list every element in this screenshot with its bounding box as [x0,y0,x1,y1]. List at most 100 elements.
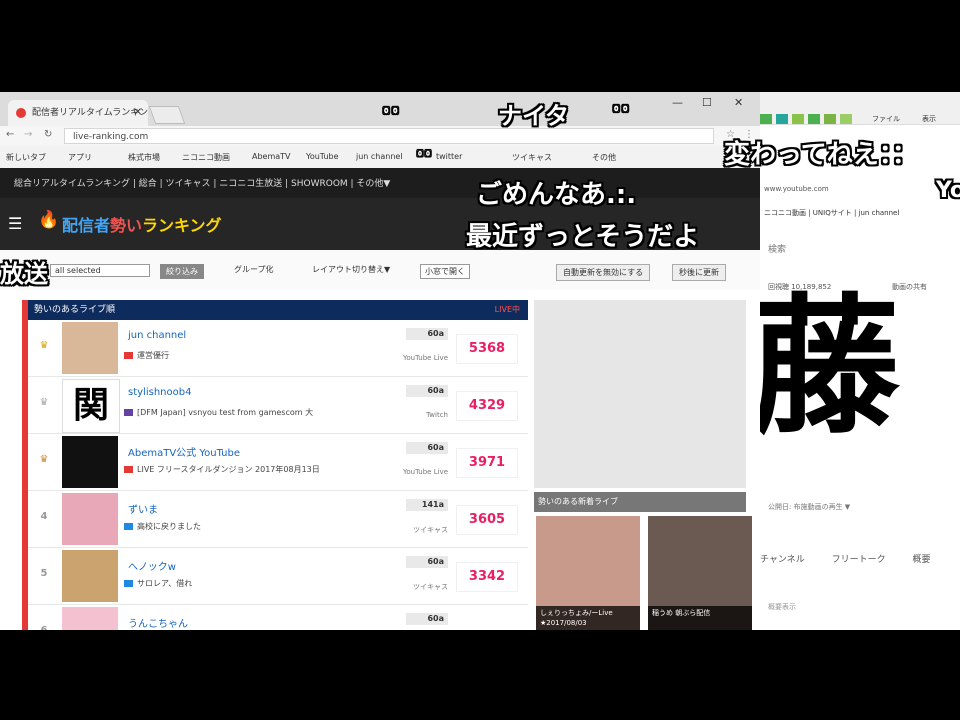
layout-toggle[interactable]: レイアウト切り替え▼ [312,264,390,275]
stream-title[interactable]: [DFM Japan] vsnyou test from gamescom 大 [124,407,414,423]
avatar[interactable] [62,436,118,488]
refresh-button[interactable]: 秒後に更新 [672,264,726,281]
site-title-part: 勢い [110,216,143,235]
score-value: 4329 [456,391,518,421]
search-input[interactable]: 検索 [760,242,960,255]
group-toggle[interactable]: グループ化 [234,264,274,275]
bookmark-item[interactable]: jun channel [356,152,403,161]
tab-bar: 配信者リアルタイムランキング ✕ — ☐ ✕ [0,92,760,126]
stream-title-text: [DFM Japan] vsnyou test from gamescom 大 [137,408,314,417]
rank-number: 5 [40,568,48,579]
bookmark-item[interactable]: 新しいタブ [6,152,46,163]
bookmark-item[interactable]: アプリ [68,152,92,163]
bookmark-item[interactable]: その他 [592,152,616,163]
platform-label: ツイキャス [413,583,448,591]
bookmark-item[interactable]: AbemaTV [252,152,291,161]
hamburger-menu-icon[interactable]: ☰ [8,214,22,233]
flame-icon: 🔥 [38,210,60,230]
close-tab-icon[interactable]: ✕ [134,100,142,126]
tab-title: 配信者リアルタイムランキング [32,108,148,118]
ranking-row[interactable]: ♛ jun channel 運営優行 60a YouTube Live 5368 [28,320,528,377]
bookmarks-bar: 新しいタブ アプリ 株式市場 ニコニコ動画 AbemaTV YouTube ju… [0,146,760,169]
channel-tab[interactable]: フリートーク [832,555,886,565]
toolbar-icon[interactable] [792,114,804,124]
site-nav-links[interactable]: 総合リアルタイムランキング | 総合 | ツイキャス | ニコニコ生放送 | S… [14,176,390,189]
filter-controls: all selected 絞り込み グループ化 レイアウト切り替え▼ 小窓で開く… [0,250,760,290]
tab-ranking[interactable]: 配信者リアルタイムランキング ✕ [8,100,148,126]
bookmarks-bar: ニコニコ動画 | UNIQサイト | jun channel [764,209,900,217]
duration-badge: 60a [406,385,448,397]
channel-tab[interactable]: 概要 [913,555,931,565]
comment-text: Yo [936,178,960,203]
channel-name[interactable]: stylishnoob4 [128,387,191,398]
channel-name[interactable]: AbemaTV公式 YouTube [128,444,240,459]
rank-number: ♛ [39,340,49,351]
back-icon[interactable]: ← [6,129,14,140]
stream-title-text: サロレア、借れ [137,579,193,588]
new-tab-button[interactable] [148,106,186,124]
ranking-row[interactable]: ♛ 関 stylishnoob4 [DFM Japan] vsnyou test… [28,377,528,434]
toolbar-icon[interactable] [760,114,772,124]
stream-title-text: 高校に戻りました [137,522,201,531]
site-favicon-icon [16,108,26,118]
bookmark-item[interactable]: 株式市場 [128,152,160,163]
filter-select[interactable]: all selected [50,264,150,277]
view-select[interactable]: 小窓で開く [420,264,470,279]
new-live-card[interactable]: しぇりっちょみ/ーLive ★2017/08/03 [536,516,640,630]
channel-name[interactable]: うんこちゃん [128,615,188,630]
footer-text: 概要表示 [768,603,796,611]
minimize-icon[interactable]: — [672,96,683,109]
url-input[interactable]: www.youtube.com [760,180,960,198]
youtube-icon [124,352,133,359]
ranking-row[interactable]: 4 ずいま 高校に戻りました 141a ツイキャス 3605 [28,491,528,548]
bookmark-item[interactable]: ニコニコ動画 [182,152,230,163]
toolbar-icon[interactable] [840,114,852,124]
channel-name[interactable]: へノックw [128,558,176,573]
comment-text: ﾟﾟ [614,106,632,127]
filter-button[interactable]: 絞り込み [160,264,204,279]
close-window-icon[interactable]: ✕ [734,96,743,109]
new-live-card[interactable]: 稲うめ 朝ぶら配信 [648,516,752,630]
channel-name[interactable]: ずいま [128,501,158,516]
ranking-row[interactable]: ♛ AbemaTV公式 YouTube LIVE フリースタイルダンジョン 20… [28,434,528,491]
stream-title[interactable]: 運営優行 [124,350,414,366]
channel-tab[interactable]: チャンネル [760,555,805,565]
rank-number: 6 [32,625,56,630]
maximize-icon[interactable]: ☐ [702,96,712,109]
forward-icon[interactable]: → [24,129,32,140]
toolbar-icon[interactable] [808,114,820,124]
ranking-row[interactable]: 5 へノックw サロレア、借れ 60a ツイキャス 3342 [28,548,528,605]
toolbar-menu-item[interactable]: ファイル [872,114,900,124]
browser-window-left: 配信者リアルタイムランキング ✕ — ☐ ✕ ← → ↻ live-rankin… [0,92,760,630]
bookmark-item[interactable]: twitter [436,152,462,161]
channel-name[interactable]: jun channel [128,330,186,341]
reload-icon[interactable]: ↻ [44,129,52,140]
stream-title-text: LIVE フリースタイルダンジョン 2017年08月13日 [137,465,320,474]
avatar[interactable]: 関 [62,379,120,433]
ad-area [534,300,746,488]
ranking-row[interactable]: 6 うんこちゃん 60a [28,605,528,630]
comment-text: 変わってねえ：： [724,140,918,170]
url-input[interactable]: live-ranking.com [64,128,714,144]
avatar[interactable] [62,322,118,374]
duration-badge: 60a [406,556,448,568]
bookmark-item[interactable]: YouTube [306,152,339,161]
site-title-part: 配信者 [62,216,111,235]
stream-title[interactable]: 高校に戻りました [124,521,414,537]
new-live-caption: しぇりっちょみ/ーLive ★2017/08/03 [536,606,640,630]
avatar[interactable] [62,493,118,545]
auto-update-button[interactable]: 自動更新を無効にする [556,264,651,281]
new-live-header: 勢いのある新着ライブ [534,492,746,512]
avatar[interactable] [62,607,118,630]
twitch-icon [124,409,133,416]
duration-badge: 60a [406,442,448,454]
toolbar-icon[interactable] [824,114,836,124]
toolbar-icon[interactable] [776,114,788,124]
toolbar-menu-item[interactable]: 表示 [922,114,936,124]
stream-title[interactable]: サロレア、借れ [124,578,414,594]
avatar[interactable] [62,550,118,602]
site-title[interactable]: 配信者勢いランキング [62,212,222,236]
bookmark-item[interactable]: ツイキャス [512,152,552,163]
site-title-part: ランキング [142,216,222,235]
stream-title[interactable]: LIVE フリースタイルダンジョン 2017年08月13日 [124,464,414,480]
